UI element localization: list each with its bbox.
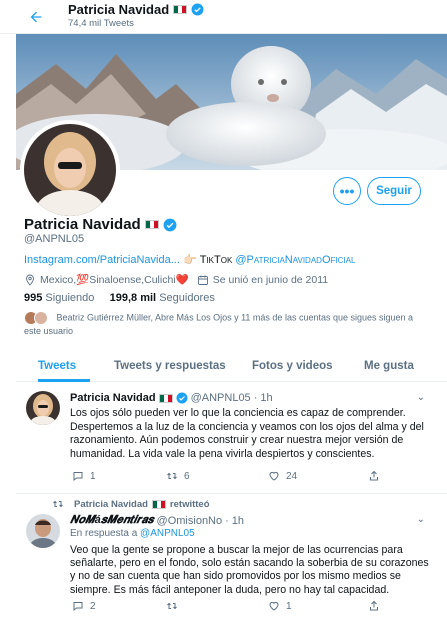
tweet-header: 𝑵𝒐𝑴á𝒔𝑴𝒆𝒏𝒕𝒊𝒓𝒂𝒔 @OmisionNo · 1h [70,514,244,527]
retweet-button[interactable] [166,600,184,612]
retweet-button[interactable]: 6 [166,470,190,482]
pointing-hand-icon: 👉🏻 [182,254,197,266]
tweet-text: Veo que la gente se propone a buscar la … [70,544,429,596]
retweet-count: 6 [184,470,190,482]
profile-location: Mexico,💯Sinaloense,Culichi❤️ [40,274,189,286]
tweet-avatar[interactable] [26,391,60,425]
retweet-icon [167,472,177,480]
tweet-handle[interactable]: @ANPNL05 [191,392,251,404]
reply-prefix: En respuesta a [70,528,138,539]
chevron-down-icon[interactable]: ⌄ [417,392,425,403]
mexico-flag-icon [158,393,173,403]
profile-meta: Mexico,💯Sinaloense,Culichi❤️ Se unió en … [24,273,328,286]
bio-instagram-link[interactable]: Instagram.com/PatriciaNavida... [24,254,180,266]
retweet-icon [167,602,177,610]
followers-count: 199,8 mil [109,292,157,304]
topbar-name: Patricia Navidad [68,2,170,17]
tweet-time[interactable]: 1h [260,392,272,404]
following-label: Siguiendo [45,292,95,304]
known-followers-avatars [24,311,50,325]
reply-count: 1 [90,470,96,482]
back-button[interactable] [22,3,50,31]
mexico-flag-icon [144,220,159,229]
calendar-icon [197,275,208,285]
tweet-count: 74,4 mil Tweets [68,18,134,29]
chevron-down-icon[interactable]: ⌄ [417,514,425,525]
topbar-title: Patricia Navidad [68,2,204,17]
reply-count: 2 [90,600,96,612]
share-icon [370,470,378,481]
profile-stats: 995 Siguiendo 199,8 mil Seguidores [24,292,215,304]
retweeter-name[interactable]: Patricia Navidad [74,499,148,510]
tweet-time[interactable]: 1h [232,515,244,527]
retweeted-by: Patricia Navidad retwitteó [52,498,210,510]
profile-bio: Instagram.com/PatriciaNavida... 👉🏻 TikTo… [24,253,355,266]
tweet-author[interactable]: 𝑵𝒐𝑴á𝒔𝑴𝒆𝒏𝒕𝒊𝒓𝒂𝒔 [70,514,154,527]
more-options-button[interactable]: ••• [333,177,361,205]
share-icon [370,600,378,611]
known-followers-text: Beatriz Gutiérrez Müller, Abre Más Los O… [24,312,414,336]
retweet-icon [53,500,63,508]
tab-tweets[interactable]: Tweets [38,360,76,372]
tweet-author[interactable]: Patricia Navidad [70,392,156,404]
share-button[interactable] [368,470,380,482]
tweet-text: Los ojos sólo pueden ver lo que la conci… [70,407,424,460]
tweet[interactable]: Patricia Navidad @ANPNL05 · 1h ⌄ Los ojo… [16,383,447,494]
reply-context: En respuesta a @ANPNL05 [70,528,195,539]
tab-likes[interactable]: Me gusta [364,360,414,372]
mexico-flag-icon [151,499,166,509]
retweeted-label: retwitteó [169,498,210,510]
like-count: 24 [286,470,298,482]
active-tab-indicator [38,379,90,382]
bio-tiktok-label: TikTok [199,254,233,266]
tweet-avatar-image [26,391,60,425]
profile-tabs: Tweets Tweets y respuestas Fotos y video… [16,352,447,382]
profile-joined: Se unió en junio de 2011 [212,273,329,286]
tweet[interactable]: Patricia Navidad retwitteó 𝑵𝒐𝑴á𝒔𝑴𝒆𝒏𝒕𝒊𝒓𝒂𝒔… [16,494,447,620]
dot-separator: · [225,514,229,527]
share-button[interactable] [368,600,380,612]
following-link[interactable]: 995 Siguiendo [24,292,94,304]
reply-button[interactable]: 1 [72,470,96,482]
avatar [34,311,48,325]
arrow-left-icon [30,11,42,23]
top-bar: Patricia Navidad 74,4 mil Tweets [0,0,447,34]
bio-tiktok-handle[interactable]: @PatriciaNavidadOficial [235,254,355,266]
tweet-actions: 1 6 24 [70,470,430,484]
profile-name: Patricia Navidad [24,216,141,233]
tab-photos-and-videos[interactable]: Fotos y videos [252,360,333,372]
profile-name-row: Patricia Navidad [24,216,177,233]
profile-avatar[interactable] [20,120,120,220]
profile-handle: @ANPNL05 [24,233,85,245]
known-followers[interactable]: Beatriz Gutiérrez Müller, Abre Más Los O… [24,311,424,337]
dot-separator: · [253,392,258,404]
tab-tweets-and-replies[interactable]: Tweets y respuestas [114,360,226,372]
followers-label: Seguidores [159,292,215,304]
verified-badge-icon [176,392,188,404]
location-pin-icon [26,274,34,286]
heart-icon [269,471,279,481]
follow-button[interactable]: Seguir [367,177,421,205]
reply-button[interactable]: 2 [72,600,96,612]
avatar-image [24,124,116,216]
heart-icon [269,601,279,611]
reply-to-handle[interactable]: @ANPNL05 [140,528,195,539]
tweet-actions: 2 1 [70,600,430,614]
verified-badge-icon [191,3,204,16]
followers-link[interactable]: 199,8 mil Seguidores [110,292,215,304]
following-count: 995 [24,292,43,304]
tweet-handle[interactable]: @OmisionNo [157,515,223,527]
reply-icon [73,602,83,612]
tweet-header: Patricia Navidad @ANPNL05 · 1h [70,392,273,404]
tweet-avatar[interactable] [26,514,60,548]
like-count: 1 [286,600,292,612]
mexico-flag-icon [173,5,188,14]
like-button[interactable]: 24 [268,470,297,482]
reply-icon [73,472,83,482]
verified-badge-icon [163,218,177,231]
tweet-avatar-image [26,514,60,548]
like-button[interactable]: 1 [268,600,292,612]
